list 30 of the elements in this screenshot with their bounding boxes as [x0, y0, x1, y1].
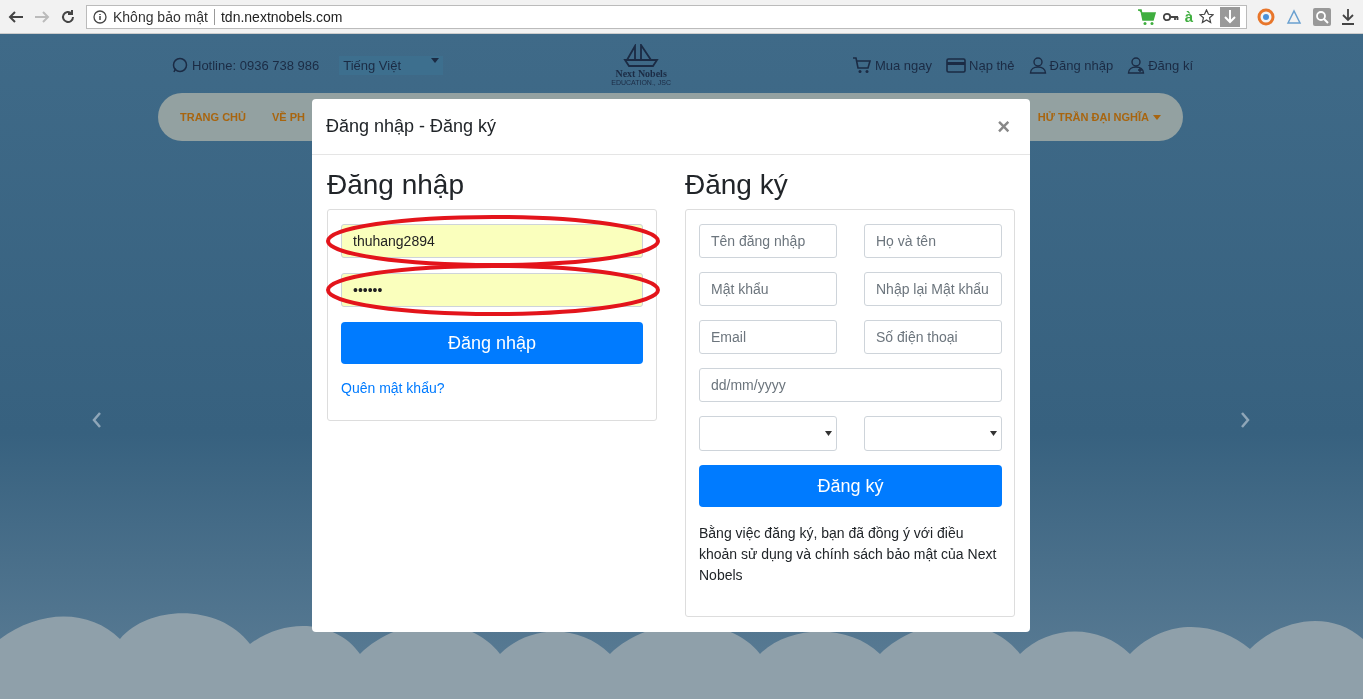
- hotline-text: Hotline: 0936 738 986: [172, 57, 320, 73]
- forgot-password-link[interactable]: Quên mật khẩu?: [341, 380, 445, 396]
- nav-item[interactable]: HỬ TRẦN ĐẠI NGHĨA: [1037, 111, 1161, 123]
- input-field[interactable]: Họ và tên: [864, 224, 1002, 258]
- terms-text: Bằng việc đăng ký, bạn đã đồng ý với điều khoản sử dụng và chính sách bảo mật của Next Nobels: [699, 524, 998, 585]
- login-button[interactable]: Đăng nhập: [341, 322, 643, 364]
- input-field[interactable]: Email: [699, 320, 837, 354]
- input-field[interactable]: Số điện thoại: [864, 320, 1002, 354]
- nav-item[interactable]: TRANG CHỦ: [180, 111, 246, 123]
- header-link[interactable]: Mua ngay: [851, 56, 932, 74]
- input-field[interactable]: Nhập lại Mật khẩu: [864, 272, 1002, 306]
- dialog-title: Đăng nhập - Đăng ký: [326, 116, 497, 137]
- close-button[interactable]: ×: [991, 112, 1016, 141]
- register-heading: Đăng ký: [685, 169, 789, 201]
- username-field[interactable]: thuhang2894: [341, 224, 643, 258]
- language-select[interactable]: Tiếng Việt: [339, 55, 444, 75]
- header-link[interactable]: Đăng kí: [1127, 56, 1193, 74]
- password-field[interactable]: ••••••: [341, 273, 643, 307]
- date-field[interactable]: dd/mm/yyyy: [699, 368, 1002, 402]
- input-field[interactable]: Mật khẩu: [699, 272, 837, 306]
- register-button[interactable]: Đăng ký: [699, 465, 1002, 507]
- security-label: Không bảo mật: [113, 8, 215, 25]
- address-bar[interactable]: Không bảo mật tdn.nextnobels.com à: [86, 4, 1247, 29]
- url-text: tdn.nextnobels.com: [220, 8, 344, 25]
- nav-item[interactable]: VỀ PH: [272, 111, 305, 123]
- header-link[interactable]: Đăng nhập: [1028, 56, 1114, 74]
- input-method-indicator[interactable]: à: [1184, 8, 1193, 25]
- header-link[interactable]: Nạp thẻ: [946, 56, 1015, 74]
- input-field[interactable]: Tên đăng nhập: [699, 224, 837, 258]
- login-heading: Đăng nhập: [327, 169, 465, 201]
